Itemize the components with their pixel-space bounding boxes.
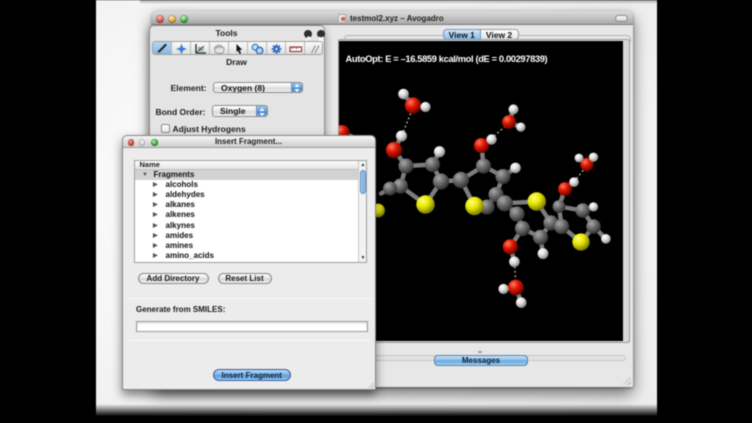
svg-text:90: 90 xyxy=(198,47,204,53)
